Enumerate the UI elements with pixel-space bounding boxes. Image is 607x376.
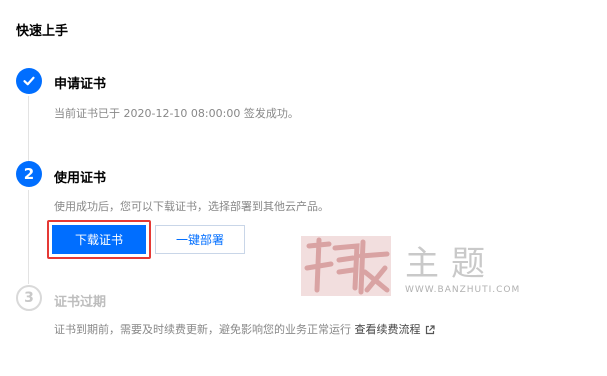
step-title: 申请证书 [54,77,107,92]
watermark-seal [301,236,391,296]
step-description-text: 证书到期前，需要及时续费更新，避免影响您的业务正常运行 [54,323,351,336]
renewal-process-link-label: 查看续费流程 [354,323,421,336]
step-done-badge [16,68,42,94]
step-title: 证书过期 [54,295,107,310]
watermark-url: WWW.BANZHUTI.COM [405,285,521,295]
step-description: 使用成功后，您可以下载证书，选择部署到其他云产品。 [54,200,329,213]
check-icon [23,76,35,86]
watermark: 主题 WWW.BANZHUTI.COM [295,228,535,300]
section-title: 快速上手 [16,24,69,39]
step-apply: 申请证书 当前证书已于 2020-12-10 08:00:00 签发成功。 [16,68,576,128]
external-link-icon [425,325,435,335]
step-title: 使用证书 [54,171,107,186]
download-certificate-button[interactable]: 下载证书 [52,225,146,254]
step-number-badge: 3 [16,285,42,311]
step-description: 当前证书已于 2020-12-10 08:00:00 签发成功。 [54,107,299,120]
renewal-process-link[interactable]: 查看续费流程 [355,323,435,336]
one-click-deploy-button[interactable]: 一键部署 [155,225,245,254]
step-number-badge: 2 [16,161,42,187]
watermark-text: 主题 [405,244,497,284]
step-description: 证书到期前，需要及时续费更新，避免影响您的业务正常运行 查看续费流程 [54,321,435,337]
